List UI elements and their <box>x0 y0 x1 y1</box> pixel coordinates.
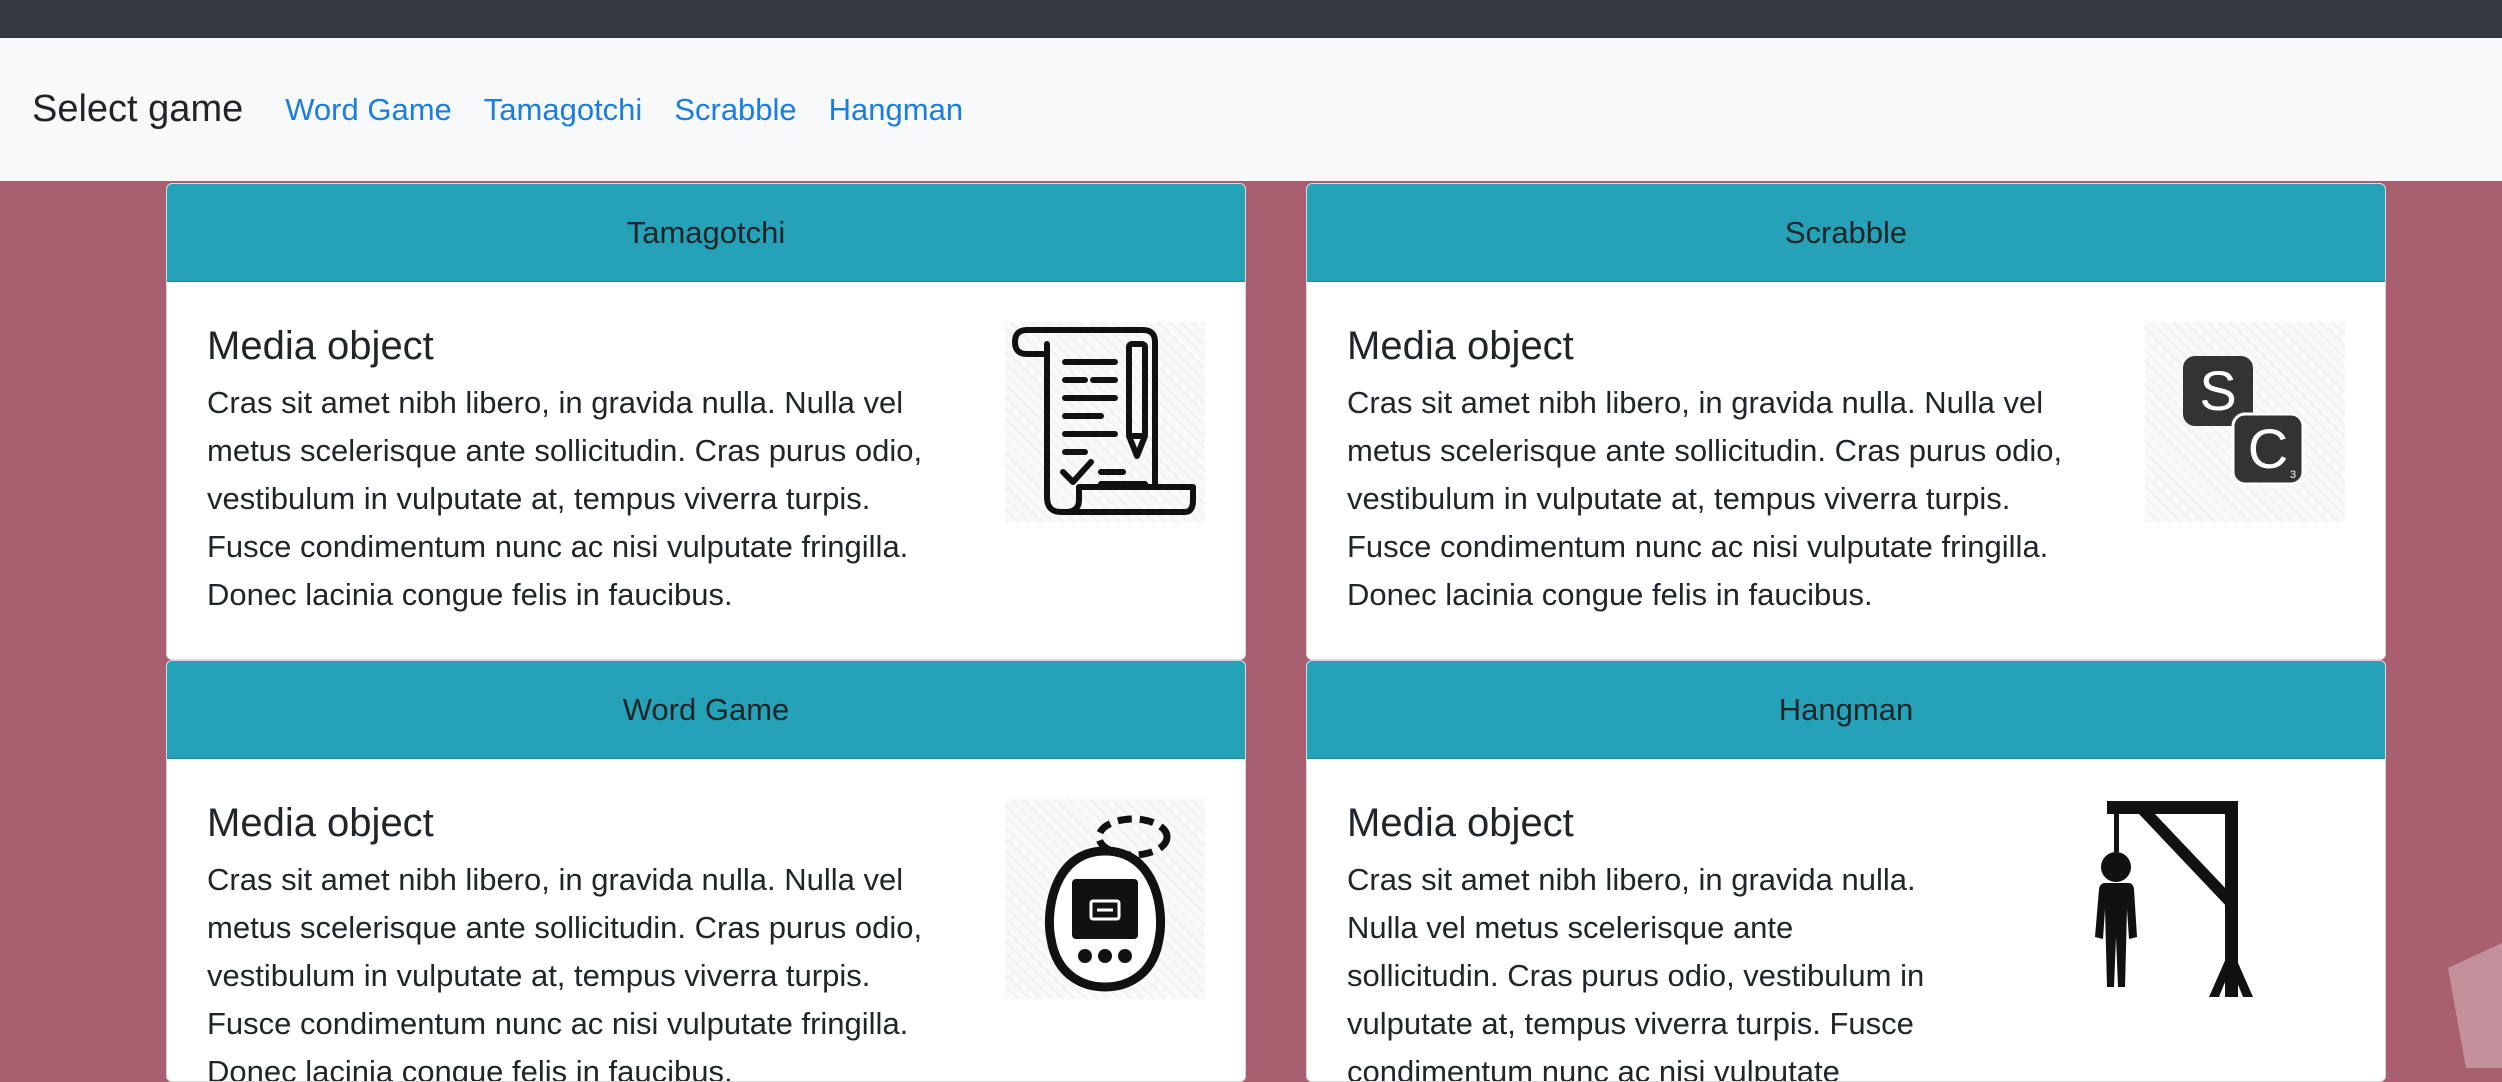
media-body: Media object Cras sit amet nibh libero, … <box>1347 322 2087 619</box>
game-card-scrabble[interactable]: Scrabble Media object Cras sit amet nibh… <box>1306 183 2386 660</box>
media-text: Cras sit amet nibh libero, in gravida nu… <box>207 385 923 612</box>
scrabble-tiles-icon: S 1 C 3 <box>2145 322 2345 522</box>
card-header: Hangman <box>1307 661 2385 759</box>
media-text: Cras sit amet nibh libero, in gravida nu… <box>1347 385 2063 612</box>
media-body: Media object Cras sit amet nibh libero, … <box>1347 799 1947 1082</box>
top-bar <box>0 0 2502 38</box>
media-text: Cras sit amet nibh libero, in gravida nu… <box>207 862 923 1082</box>
media-title: Media object <box>207 324 434 368</box>
media-title: Media object <box>1347 801 1574 845</box>
navbar: Select game Word Game Tamagotchi Scrabbl… <box>0 38 2502 181</box>
card-header: Tamagotchi <box>167 184 1245 282</box>
game-card-tamagotchi[interactable]: Tamagotchi Media object Cras sit amet ni… <box>166 183 1246 660</box>
nav-link-scrabble[interactable]: Scrabble <box>674 92 796 128</box>
tamagotchi-icon <box>1005 799 1205 999</box>
game-card-hangman[interactable]: Hangman Media object Cras sit amet nibh … <box>1306 660 2386 1082</box>
navbar-brand[interactable]: Select game <box>32 88 243 131</box>
hangman-icon <box>2077 797 2287 1005</box>
card-header: Scrabble <box>1307 184 2385 282</box>
media-title: Media object <box>207 801 434 845</box>
nav-links: Word Game Tamagotchi Scrabble Hangman <box>285 92 995 128</box>
card-header: Word Game <box>167 661 1245 759</box>
tile-letter-c: C <box>2248 417 2288 480</box>
tile-score-c: 3 <box>2290 469 2296 481</box>
scroll-checklist-icon <box>1005 322 1205 522</box>
nav-link-word-game[interactable]: Word Game <box>285 92 452 128</box>
game-card-word-game[interactable]: Word Game Media object Cras sit amet nib… <box>166 660 1246 1082</box>
background-decoration <box>2448 943 2502 1068</box>
nav-link-tamagotchi[interactable]: Tamagotchi <box>484 92 643 128</box>
nav-link-hangman[interactable]: Hangman <box>829 92 963 128</box>
media-body: Media object Cras sit amet nibh libero, … <box>207 322 947 619</box>
media-body: Media object Cras sit amet nibh libero, … <box>207 799 947 1082</box>
media-text: Cras sit amet nibh libero, in gravida nu… <box>1347 862 1925 1082</box>
media-title: Media object <box>1347 324 1574 368</box>
tile-letter-s: S <box>2199 359 2236 422</box>
